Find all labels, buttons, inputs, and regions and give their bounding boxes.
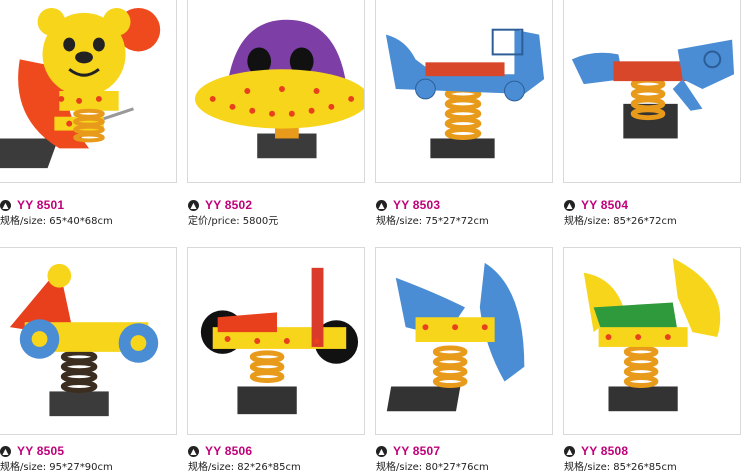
product-card-8504[interactable]: ▲ YY 8504 规格/size: 85*26*72cm [563,0,741,235]
product-spec: 规格/size: 65*40*68cm [0,216,113,227]
product-caption: ▲ YY 8505 规格/size: 95*27*90cm [0,443,113,475]
product-spec: 规格/size: 95*27*90cm [0,462,113,473]
arrow-circle-icon: ▲ [376,199,387,211]
product-spec: 规格/size: 80*27*76cm [376,462,489,473]
product-image-helicopter[interactable] [563,0,741,183]
product-card-8502[interactable]: ▲ YY 8502 定价/price: 5800元 [187,0,368,235]
product-code[interactable]: YY 8501 [17,198,64,212]
product-code[interactable]: YY 8507 [393,444,440,458]
product-card-8501[interactable]: ▲ YY 8501 规格/size: 65*40*68cm [0,0,180,235]
product-code[interactable]: YY 8505 [17,444,64,458]
product-image-bear[interactable] [0,0,177,183]
product-code[interactable]: YY 8502 [205,198,252,212]
product-card-8506[interactable]: ▲ YY 8506 规格/size: 82*26*85cm [187,247,368,475]
product-image-ufo[interactable] [187,0,365,183]
product-caption: ▲ YY 8507 规格/size: 80*27*76cm [376,443,489,475]
arrow-circle-icon: ▲ [188,199,199,211]
arrow-circle-icon: ▲ [0,199,11,211]
product-image-dolphin[interactable] [375,247,553,435]
product-image-bicycle[interactable] [187,247,365,435]
product-card-8507[interactable]: ▲ YY 8507 规格/size: 80*27*76cm [375,247,556,475]
product-caption: ▲ YY 8508 规格/size: 85*26*85cm [564,443,677,475]
product-spec: 规格/size: 82*26*85cm [188,462,301,473]
arrow-circle-icon: ▲ [188,445,199,457]
product-spec: 规格/size: 85*26*85cm [564,462,677,473]
arrow-circle-icon: ▲ [564,445,575,457]
product-code[interactable]: YY 8504 [581,198,628,212]
arrow-circle-icon: ▲ [0,445,11,457]
product-image-truck[interactable] [375,0,553,183]
product-image-motorbike[interactable] [0,247,177,435]
product-caption: ▲ YY 8501 规格/size: 65*40*68cm [0,197,113,229]
product-spec: 规格/size: 85*26*72cm [564,216,677,227]
product-card-8505[interactable]: ▲ YY 8505 规格/size: 95*27*90cm [0,247,180,475]
product-card-8508[interactable]: ▲ YY 8508 规格/size: 85*26*85cm [563,247,741,475]
product-code[interactable]: YY 8503 [393,198,440,212]
product-card-8503[interactable]: ▲ YY 8503 规格/size: 75*27*72cm [375,0,556,235]
product-caption: ▲ YY 8504 规格/size: 85*26*72cm [564,197,677,229]
product-spec: 规格/size: 75*27*72cm [376,216,489,227]
product-code[interactable]: YY 8508 [581,444,628,458]
product-price: 定价/price: 5800元 [188,216,279,227]
product-caption: ▲ YY 8506 规格/size: 82*26*85cm [188,443,301,475]
arrow-circle-icon: ▲ [564,199,575,211]
product-code[interactable]: YY 8506 [205,444,252,458]
arrow-circle-icon: ▲ [376,445,387,457]
product-caption: ▲ YY 8503 规格/size: 75*27*72cm [376,197,489,229]
product-image-horse[interactable] [563,247,741,435]
product-caption: ▲ YY 8502 定价/price: 5800元 [188,197,278,229]
